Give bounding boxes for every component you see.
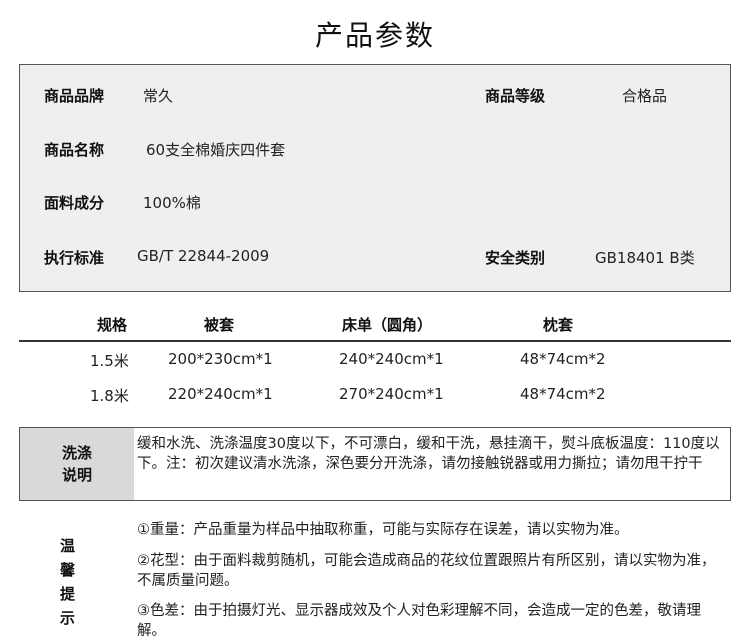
wash-label-line1: 洗涤: [61, 444, 92, 462]
spec-row1-pillowcase: 48*74cm*2: [520, 350, 606, 368]
grade-label: 商品等级: [485, 87, 546, 105]
spec-row2-duvet: 220*240cm*1: [168, 385, 273, 403]
tips-label-char: 馨: [60, 561, 76, 579]
wash-text: 缓和水洗、洗涤温度30度以下，不可漂白，缓和干洗，悬挂滴干，熨斗底板温度：110…: [137, 436, 720, 472]
spec-row1-sheet: 240*240cm*1: [339, 350, 444, 368]
spec-row2-sheet: 270*240cm*1: [339, 385, 444, 403]
spec-divider: [19, 340, 731, 342]
spec-row2-size: 1.8米: [90, 387, 129, 405]
tip-color: ③色差：由于拍摄灯光、显示器成效及个人对色彩理解不同，会造成一定的色差，敬请理解…: [137, 603, 701, 639]
name-value: 60支全棉婚庆四件套: [146, 141, 286, 159]
page-title: 产品参数: [314, 19, 435, 52]
spec-header-sheet: 床单（圆角）: [342, 316, 433, 334]
tip-pattern: ②花型：由于面料裁剪随机，可能会造成商品的花纹位置跟照片有所区别，请以实物为准，…: [137, 553, 716, 589]
product-params-box: 商品品牌 常久 商品等级 合格品 商品名称 60支全棉婚庆四件套 面料成分 10…: [19, 64, 731, 292]
wash-label-line2: 说明: [61, 466, 92, 484]
tips-label: 温 馨 提 示: [60, 536, 90, 628]
wash-label: 洗涤 说明: [20, 428, 134, 500]
tips-label-char: 示: [60, 609, 76, 627]
tips-label-char: 提: [60, 585, 76, 603]
grade-value: 合格品: [622, 87, 668, 105]
brand-value: 常久: [143, 87, 174, 105]
name-label: 商品名称: [44, 141, 105, 159]
spec-row2-pillowcase: 48*74cm*2: [520, 385, 606, 403]
spec-header-duvet: 被套: [204, 316, 235, 334]
fabric-value: 100%棉: [143, 194, 201, 212]
fabric-label: 面料成分: [44, 194, 105, 212]
wash-instructions-box: 洗涤 说明 缓和水洗、洗涤温度30度以下，不可漂白，缓和干洗，悬挂滴干，熨斗底板…: [19, 427, 731, 501]
spec-row1-duvet: 200*230cm*1: [168, 350, 273, 368]
safety-label: 安全类别: [485, 249, 546, 267]
standard-value: GB/T 22844-2009: [137, 247, 270, 265]
tip-weight: ①重量：产品重量为样品中抽取称重，可能与实际存在误差，请以实物为准。: [137, 522, 629, 538]
spec-row1-size: 1.5米: [90, 352, 129, 370]
brand-label: 商品品牌: [44, 87, 105, 105]
standard-label: 执行标准: [44, 249, 105, 267]
tips-label-char: 温: [60, 537, 76, 555]
safety-value: GB18401 B类: [595, 249, 695, 267]
spec-header-size: 规格: [97, 316, 128, 334]
spec-header-pillowcase: 枕套: [543, 316, 574, 334]
